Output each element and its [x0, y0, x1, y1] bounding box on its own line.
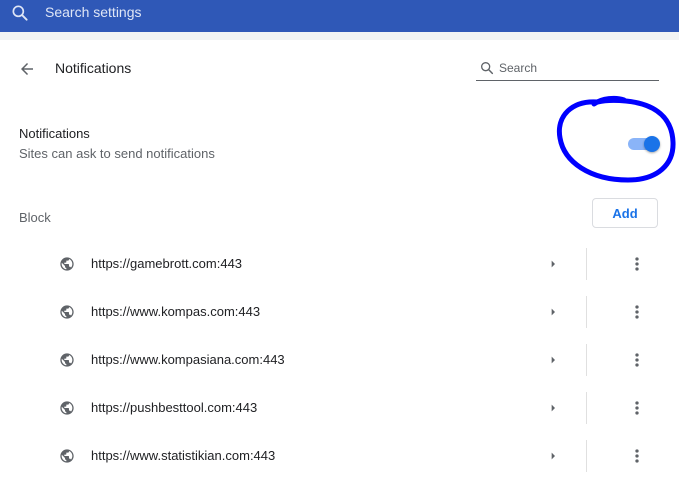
block-section-label: Block: [19, 210, 51, 225]
globe-icon: [60, 257, 74, 271]
row-separator: [586, 248, 587, 280]
top-toolbar: Search settings: [0, 0, 679, 32]
blocked-site-row[interactable]: https://pushbesttool.com:443: [0, 384, 679, 432]
arrow-right-icon[interactable]: [545, 400, 561, 416]
arrow-right-icon[interactable]: [545, 304, 561, 320]
row-separator: [586, 344, 587, 376]
arrow-right-icon[interactable]: [545, 448, 561, 464]
blocked-site-row[interactable]: https://www.kompas.com:443: [0, 288, 679, 336]
arrow-back-icon: [21, 63, 33, 75]
blocked-site-row[interactable]: https://www.kompasiana.com:443: [0, 336, 679, 384]
row-separator: [586, 440, 587, 472]
globe-icon: [60, 305, 74, 319]
back-button[interactable]: [14, 56, 40, 82]
more-vert-icon[interactable]: [627, 254, 647, 274]
page-title: Notifications: [55, 60, 132, 76]
toolbar-divider: [0, 32, 679, 40]
blocked-site-row[interactable]: https://gamebrott.com:443: [0, 240, 679, 288]
blocked-site-row[interactable]: https://www.statistikian.com:443: [0, 432, 679, 480]
blocked-site-url: https://www.statistikian.com:443: [91, 448, 276, 463]
more-vert-icon[interactable]: [627, 446, 647, 466]
blocked-site-url: https://www.kompasiana.com:443: [91, 352, 285, 367]
search-settings-input[interactable]: Search settings: [45, 4, 142, 20]
notifications-toggle[interactable]: [626, 136, 660, 152]
search-icon[interactable]: [10, 3, 30, 23]
row-separator: [586, 392, 587, 424]
more-vert-icon[interactable]: [627, 350, 647, 370]
notifications-setting-title: Notifications: [19, 126, 90, 141]
globe-icon: [60, 449, 74, 463]
blocked-site-url: https://pushbesttool.com:443: [91, 400, 258, 415]
globe-icon: [60, 353, 74, 367]
search-input[interactable]: [499, 58, 654, 78]
search-icon: [481, 62, 494, 75]
more-vert-icon[interactable]: [627, 302, 647, 322]
arrow-right-icon[interactable]: [545, 256, 561, 272]
arrow-right-icon[interactable]: [545, 352, 561, 368]
globe-icon: [60, 401, 74, 415]
more-vert-icon[interactable]: [627, 398, 647, 418]
blocked-site-url: https://www.kompas.com:443: [91, 304, 261, 319]
row-separator: [586, 296, 587, 328]
search-field[interactable]: [476, 58, 659, 81]
notifications-setting-subtitle: Sites can ask to send notifications: [19, 146, 215, 161]
add-blocked-site-button[interactable]: Add: [592, 198, 658, 228]
toggle-knob: [644, 136, 660, 152]
blocked-site-url: https://gamebrott.com:443: [91, 256, 243, 271]
